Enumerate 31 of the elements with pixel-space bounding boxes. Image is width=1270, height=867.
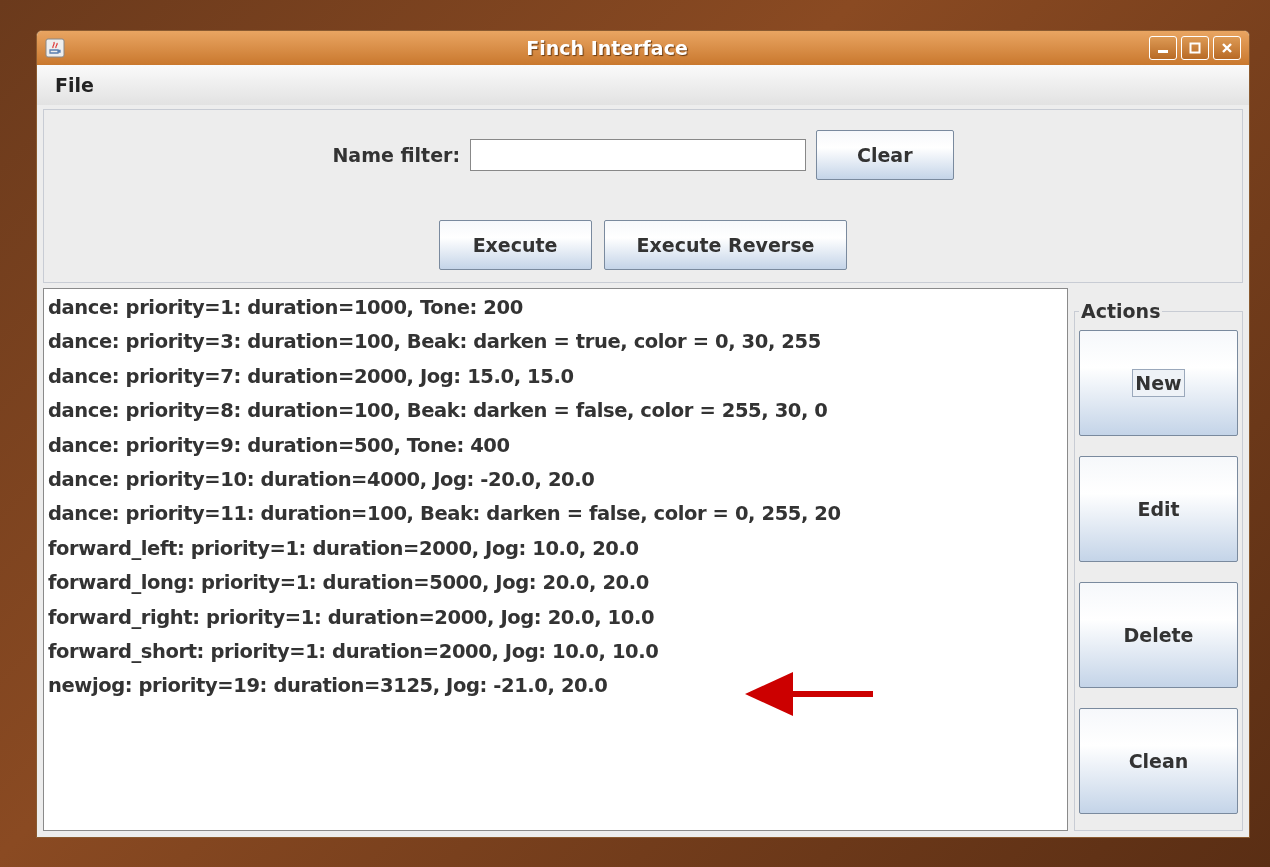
- list-item[interactable]: forward_right: priority=1: duration=2000, Jog: 20.0, 10.0: [48, 600, 1063, 635]
- list-item[interactable]: dance: priority=9: duration=500, Tone: 400: [48, 428, 1063, 463]
- list-item[interactable]: dance: priority=8: duration=100, Beak: darken = false, color = 255, 30, 0: [48, 394, 1063, 429]
- maximize-button[interactable]: [1181, 36, 1209, 60]
- close-icon: [1221, 42, 1233, 54]
- minimize-icon: [1158, 49, 1168, 53]
- menu-item[interactable]: File: [55, 74, 94, 96]
- clear-button[interactable]: Clear: [816, 130, 954, 180]
- list-item[interactable]: dance: priority=7: duration=2000, Jog: 15.0, 15.0: [48, 359, 1063, 395]
- list-item[interactable]: dance: priority=11: duration=100, Beak: darken = false, color = 0, 255, 20: [48, 497, 1063, 532]
- minimize-button[interactable]: [1149, 36, 1177, 60]
- actions-title: Actions: [1080, 300, 1162, 322]
- execute-button[interactable]: Execute: [438, 220, 592, 270]
- action-button[interactable]: Edit: [1079, 456, 1238, 562]
- close-button[interactable]: [1213, 36, 1241, 60]
- action-button[interactable]: Delete: [1079, 582, 1238, 688]
- list-item[interactable]: newjog: priority=19: duration=3125, Jog: -21.0, 20.0: [48, 669, 1063, 704]
- maximize-icon: [1189, 42, 1201, 54]
- window-title: Finch Interface: [525, 37, 689, 59]
- list-item[interactable]: dance: priority=3: duration=100, Beak: darken = true, color = 0, 30, 255: [48, 325, 1063, 360]
- execute-button[interactable]: Execute Reverse: [603, 220, 848, 270]
- filter-label: Name filter:: [332, 144, 460, 166]
- list-item[interactable]: dance: priority=1: duration=1000, Tone: 200: [48, 291, 1063, 326]
- list-item[interactable]: dance: priority=10: duration=4000, Jog: -20.0, 20.0: [48, 462, 1063, 498]
- action-button[interactable]: Clean: [1079, 708, 1238, 814]
- list-item[interactable]: forward_short: priority=1: duration=2000, Jog: 10.0, 10.0: [48, 634, 1063, 670]
- cup-icon: [45, 38, 65, 58]
- name-filter-field[interactable]: [470, 139, 806, 171]
- list-item[interactable]: forward_long: priority=1: duration=5000, Jog: 20.0, 20.0: [48, 566, 1063, 601]
- action-button[interactable]: New: [1079, 330, 1238, 436]
- list-item[interactable]: forward_left: priority=1: duration=2000, Jog: 10.0, 20.0: [48, 531, 1063, 567]
